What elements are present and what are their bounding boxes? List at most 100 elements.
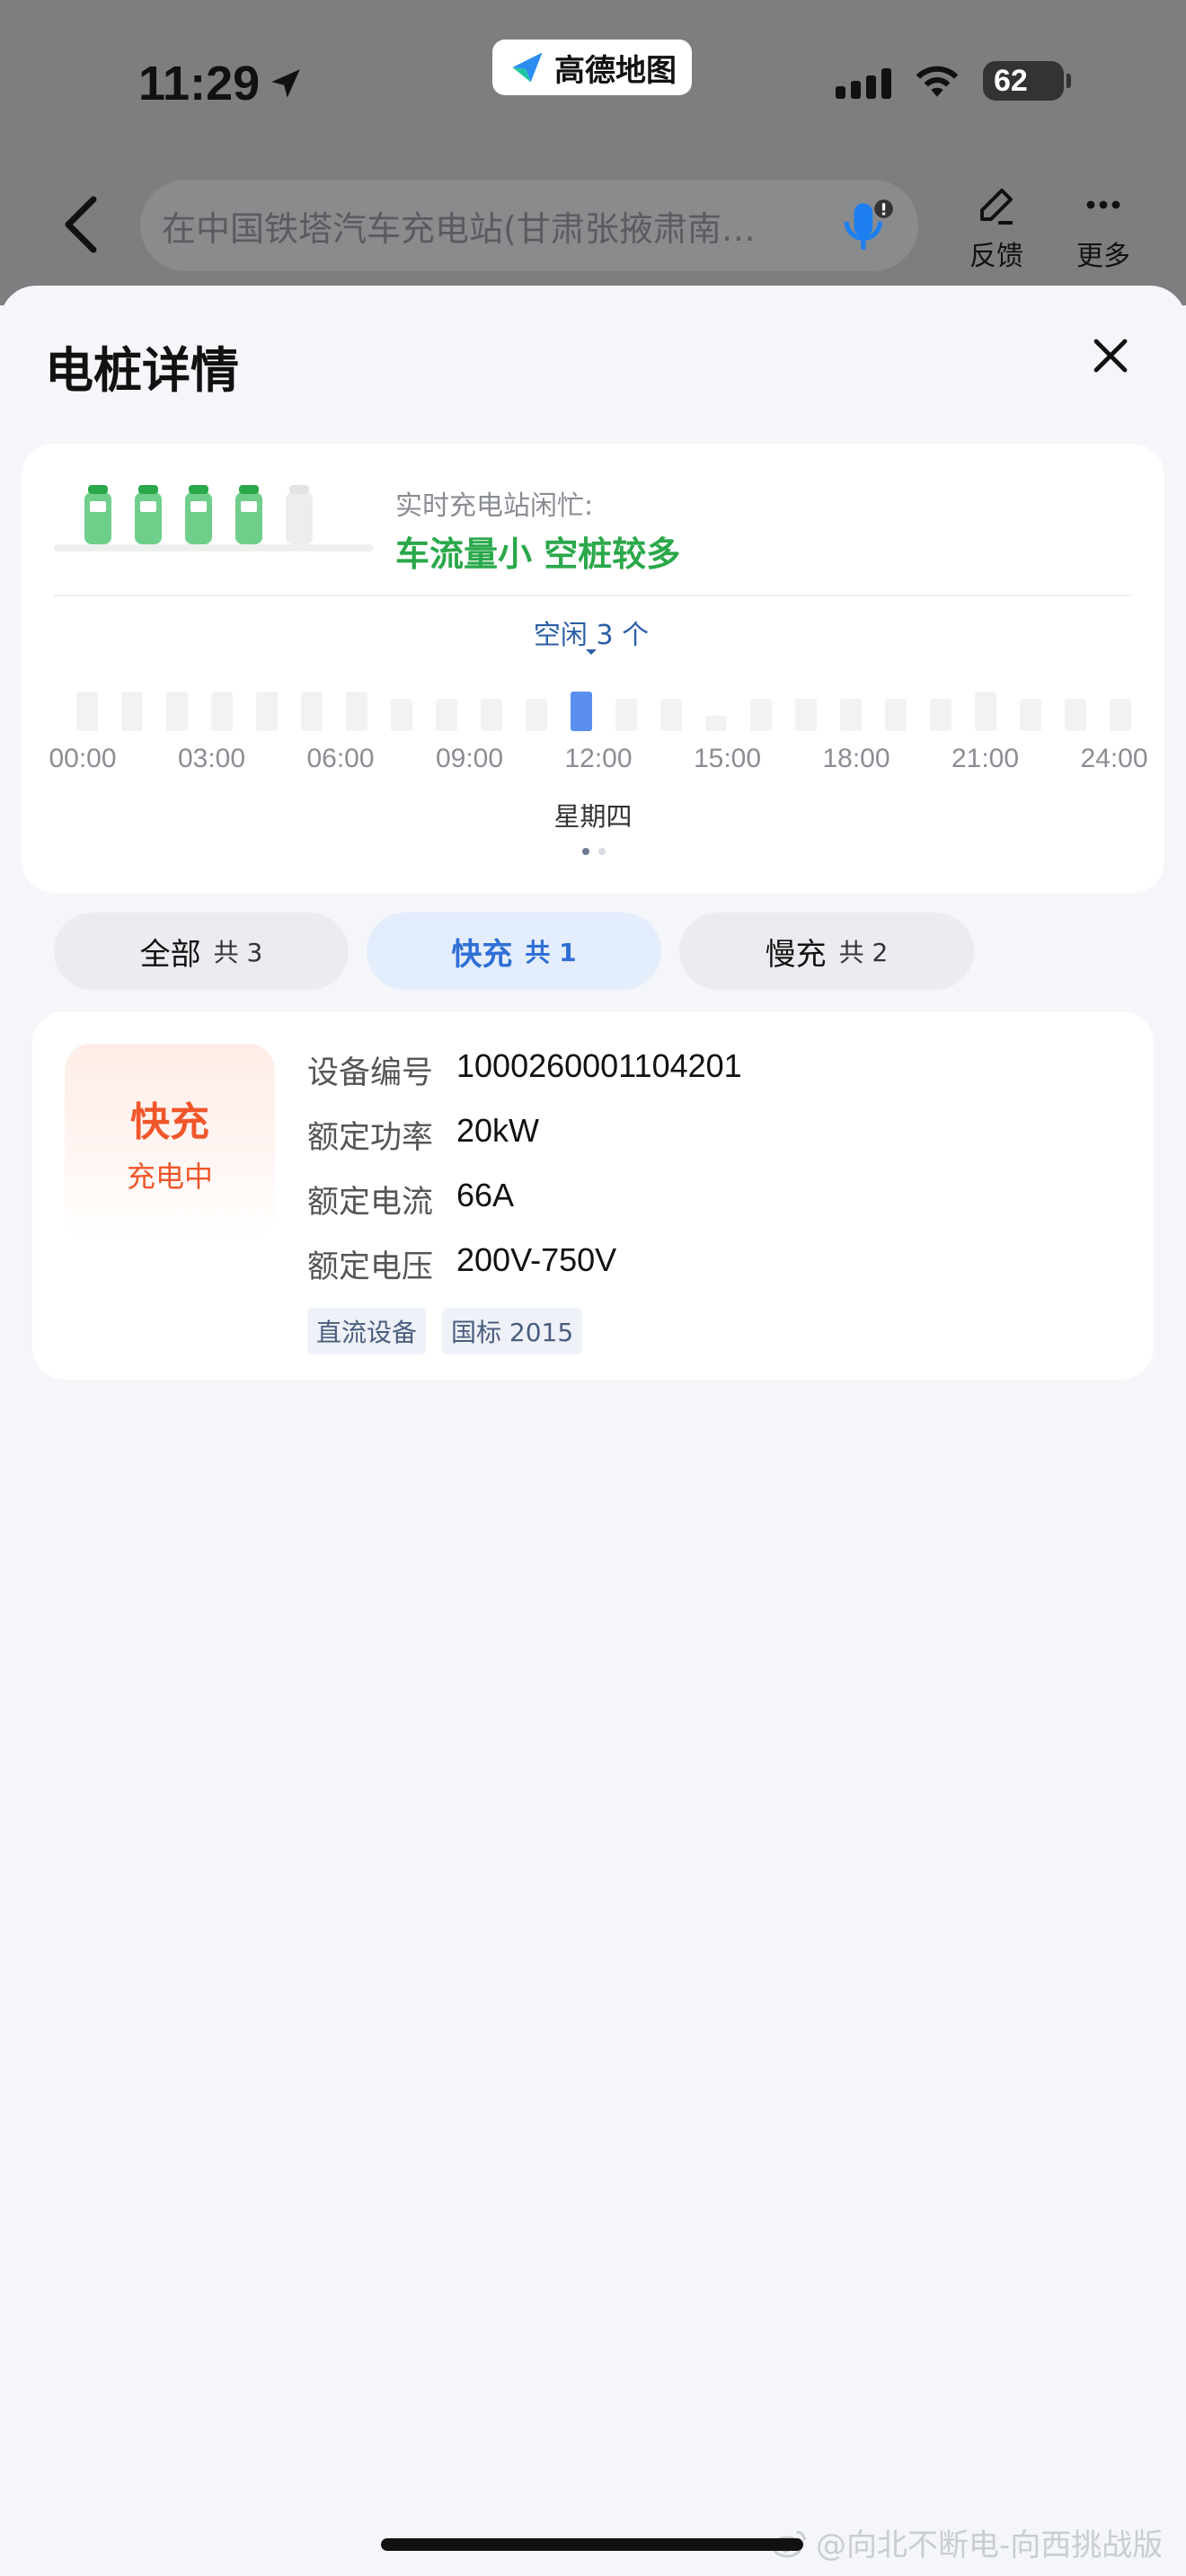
close-icon[interactable] <box>1089 334 1132 377</box>
hour-bar[interactable] <box>1110 699 1131 731</box>
hour-bar[interactable] <box>76 692 98 731</box>
spec-row-power: 额定功率 20kW <box>307 1112 539 1158</box>
hour-bar[interactable] <box>795 699 817 731</box>
app-name: 高德地图 <box>554 52 677 89</box>
page-dot-active <box>582 848 589 855</box>
hour-bar[interactable] <box>705 715 727 731</box>
station-busy-card: 实时充电站闲忙: 车流量小 空桩较多 空闲 3 个 00:00 03:00 06:0… <box>22 444 1164 893</box>
hour-bar[interactable] <box>930 699 951 731</box>
tab-all-count: 共 3 <box>213 938 263 967</box>
spec-row-current: 额定电流 66A <box>307 1177 514 1222</box>
search-text: 在中国铁塔汽车充电站(甘肃张掖肃南… <box>162 208 756 249</box>
tab-fast-label: 快充 <box>451 936 513 973</box>
divider <box>54 595 1132 596</box>
spec-key: 设备编号 <box>307 1055 434 1091</box>
hour-tick-label: 09:00 <box>435 744 504 773</box>
back-arrow-icon[interactable] <box>61 196 101 253</box>
battery-icon: 62 <box>983 61 1071 101</box>
status-bar-time: 11:29 <box>138 56 305 111</box>
spec-key: 额定电压 <box>307 1249 434 1285</box>
watermark: @向北不断电-向西挑战版 <box>771 2520 1163 2564</box>
more-dots-icon <box>1086 200 1120 209</box>
pile-type-tabs: 全部 共 3 快充 共 1 慢充 共 2 <box>54 913 974 990</box>
spec-value: 20kW <box>456 1112 540 1149</box>
hour-bar[interactable] <box>885 699 907 731</box>
charging-pile-card[interactable]: 快充 充电中 设备编号 1000260001104201 额定功率 20kW 额… <box>32 1011 1154 1380</box>
tab-fast-count: 共 1 <box>525 938 577 967</box>
pile-tags: 直流设备 国标 2015 <box>307 1308 583 1354</box>
hour-bar[interactable] <box>840 699 862 731</box>
hour-bar[interactable] <box>391 699 412 731</box>
home-indicator[interactable] <box>381 2538 803 2551</box>
hour-bar[interactable] <box>615 699 637 731</box>
hour-bar[interactable] <box>526 699 547 731</box>
spec-key: 额定电流 <box>307 1185 434 1221</box>
app-return-pill[interactable]: 高德地图 <box>492 40 692 95</box>
hour-tick-label: 12:00 <box>564 744 633 773</box>
pile-type: 快充 <box>130 1099 209 1145</box>
page-dot <box>598 848 606 855</box>
tab-slow-label: 慢充 <box>765 936 827 973</box>
hour-bar[interactable] <box>256 692 278 731</box>
hour-bar[interactable] <box>975 692 996 731</box>
hour-tick-label: 24:00 <box>1080 744 1148 773</box>
hour-bar[interactable] <box>166 692 188 731</box>
battery-level: 62 <box>994 63 1028 98</box>
tag-standard: 国标 2015 <box>442 1308 583 1354</box>
time-text: 11:29 <box>138 57 261 110</box>
tab-all[interactable]: 全部 共 3 <box>54 913 349 990</box>
hour-bar[interactable] <box>660 699 682 731</box>
watermark-text: @向北不断电-向西挑战版 <box>816 2527 1164 2563</box>
hour-tick-label: 21:00 <box>951 744 1020 773</box>
tag-dc: 直流设备 <box>307 1308 427 1354</box>
hour-tick-label: 03:00 <box>177 744 246 773</box>
weekday-label[interactable]: 星期四 <box>22 796 1164 834</box>
feedback-label: 反馈 <box>969 241 1023 272</box>
hour-bar[interactable] <box>1020 699 1041 731</box>
hour-bar[interactable] <box>301 692 323 731</box>
hour-bar[interactable] <box>1065 699 1086 731</box>
spec-row-device-id: 设备编号 1000260001104201 <box>307 1047 742 1093</box>
pile-status-badge: 快充 充电中 <box>65 1044 275 1241</box>
spec-value: 66A <box>456 1177 515 1213</box>
busy-status: 车流量小 空桩较多 <box>395 534 681 574</box>
hour-bar[interactable] <box>121 692 143 731</box>
pile-state: 充电中 <box>126 1160 213 1194</box>
cellular-signal-icon <box>836 63 891 99</box>
hour-bar[interactable] <box>481 699 502 731</box>
hour-axis-labels: 00:00 03:00 06:00 09:00 12:00 15:00 18:00 21:00… <box>49 744 1168 780</box>
tab-all-label: 全部 <box>139 936 201 973</box>
busy-label: 实时充电站闲忙: <box>395 490 594 522</box>
hour-tick-label: 06:00 <box>306 744 375 773</box>
hour-tick-label: 15:00 <box>693 744 762 773</box>
spec-row-voltage: 额定电压 200V-750V <box>307 1241 616 1287</box>
hour-bar[interactable] <box>436 699 457 731</box>
location-arrow-icon <box>271 69 300 98</box>
status-icons: 62 <box>836 61 1071 101</box>
hour-tick-label: 18:00 <box>822 744 890 773</box>
hour-bar-current[interactable] <box>571 692 592 731</box>
hour-bar[interactable] <box>211 692 233 731</box>
charger-detail-sheet: 电桩详情 实时充电站闲忙: 车流量小 空桩较多 空闲 3 个 00:00 03:… <box>0 286 1186 2576</box>
tab-fast[interactable]: 快充 共 1 <box>367 913 661 990</box>
spec-key: 额定功率 <box>307 1120 434 1156</box>
caret-down-icon <box>586 649 597 655</box>
wifi-icon <box>916 66 959 97</box>
microphone-icon[interactable] <box>839 196 895 255</box>
edit-pencil-icon <box>980 189 1013 225</box>
hour-bar[interactable] <box>346 692 367 731</box>
page-indicator <box>582 848 606 855</box>
hour-bar[interactable] <box>750 699 772 731</box>
tab-slow[interactable]: 慢充 共 2 <box>679 913 974 990</box>
charging-piles-illustration <box>54 485 374 551</box>
hour-tick-label: 00:00 <box>49 744 117 773</box>
current-hour-tooltip: 空闲 3 个 <box>533 620 650 651</box>
amap-logo-icon <box>512 52 543 83</box>
tab-slow-count: 共 2 <box>838 938 889 967</box>
search-input[interactable]: 在中国铁塔汽车充电站(甘肃张掖肃南… <box>140 180 918 271</box>
spec-value: 1000260001104201 <box>456 1047 742 1084</box>
more-button[interactable]: 更多 <box>1054 183 1153 273</box>
feedback-button[interactable]: 反馈 <box>947 183 1046 273</box>
hourly-busy-bars <box>76 692 1131 731</box>
spec-value: 200V-750V <box>456 1241 617 1278</box>
